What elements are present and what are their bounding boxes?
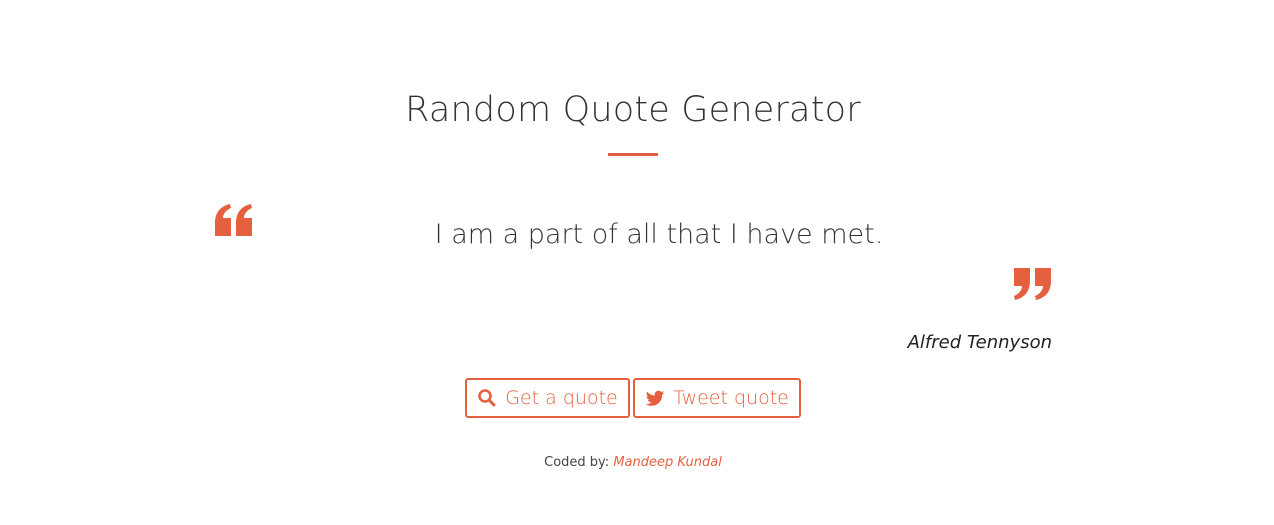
get-quote-label: Get a quote [505,387,618,409]
title-underline [608,153,658,156]
page: Random Quote Generator I am a part of al… [0,0,1274,525]
footer-prefix: Coded by: [544,455,610,470]
search-icon [477,388,497,408]
get-quote-button[interactable]: Get a quote [465,378,630,418]
footer-credit: Coded by: Mandeep Kundal [0,455,1266,470]
author-link[interactable]: Mandeep Kundal [613,455,722,470]
tweet-quote-label: Tweet quote [673,387,789,409]
quote-text: I am a part of all that I have met. [434,219,884,250]
page-title: Random Quote Generator [405,90,861,130]
quote-author: Alfred Tennyson [907,332,1052,353]
tweet-quote-button[interactable]: Tweet quote [633,378,801,418]
quote-right-icon [1014,268,1051,300]
twitter-icon [645,388,665,408]
